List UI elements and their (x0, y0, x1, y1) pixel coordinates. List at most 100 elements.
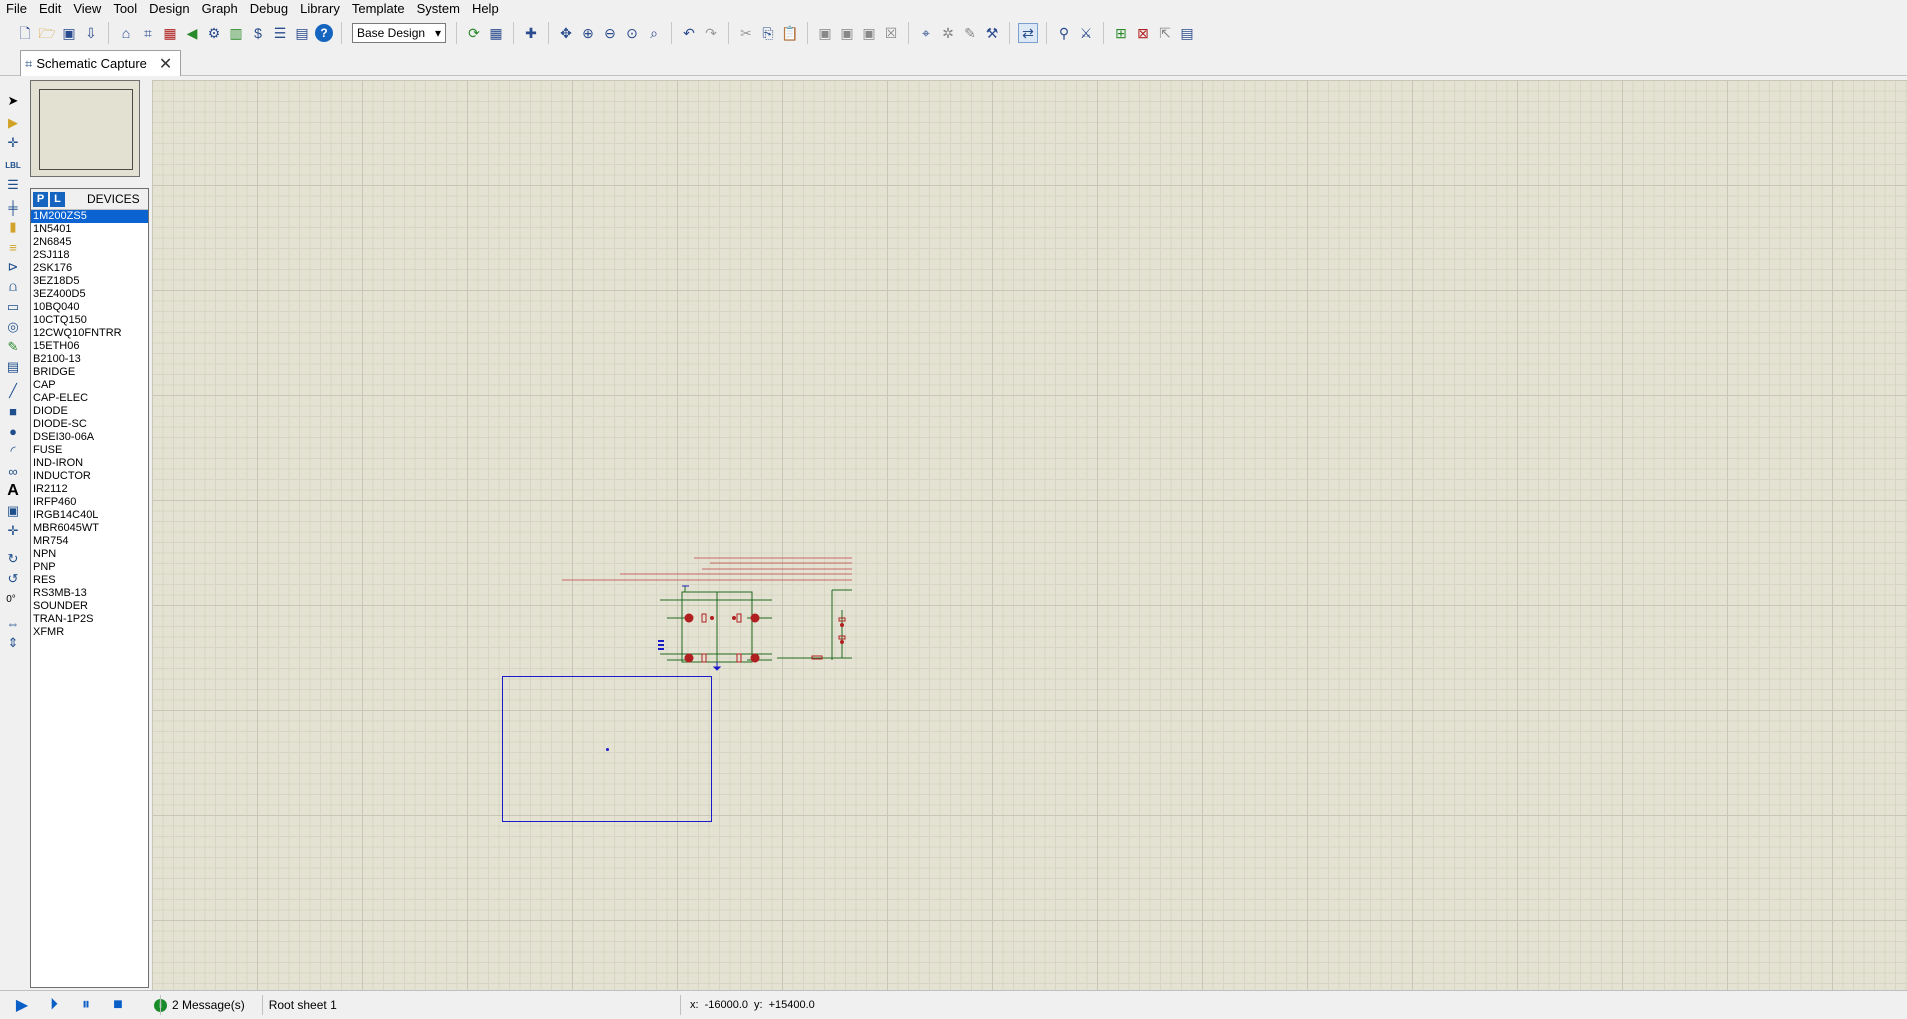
back-icon[interactable]: ◀ (183, 24, 201, 42)
circle-mode-icon[interactable]: ● (4, 422, 22, 440)
text-script-mode-icon[interactable]: ☰ (4, 176, 22, 194)
schematic-canvas[interactable] (152, 80, 1907, 990)
block-move-icon[interactable]: ▣ (838, 24, 856, 42)
symbol-mode-icon[interactable]: ▣ (4, 502, 22, 520)
menu-file[interactable]: File (0, 0, 33, 18)
virtual-instruments-mode-icon[interactable]: ▤ (4, 358, 22, 376)
device-list-item[interactable]: TRAN-1P2S (31, 613, 148, 626)
notes-icon[interactable]: ☰ (271, 24, 289, 42)
origin-icon[interactable]: ✚ (522, 24, 540, 42)
device-list-item[interactable]: RES (31, 574, 148, 587)
generator-mode-icon[interactable]: ◎ (4, 318, 22, 336)
3d-icon[interactable]: ▥ (227, 24, 245, 42)
pick-device-icon[interactable]: ⌖ (917, 24, 935, 42)
junction-mode-icon[interactable]: ✛ (4, 134, 22, 152)
block-rotate-icon[interactable]: ▣ (860, 24, 878, 42)
cut-icon[interactable]: ✂ (737, 24, 755, 42)
menu-graph[interactable]: Graph (196, 0, 244, 18)
messages-indicator[interactable]: i 2 Message(s) (154, 998, 245, 1012)
menu-view[interactable]: View (67, 0, 107, 18)
device-pins-mode-icon[interactable]: ⊳ (4, 258, 22, 276)
device-list-item[interactable]: 2SJ118 (31, 249, 148, 262)
device-list-item[interactable]: 15ETH06 (31, 340, 148, 353)
home-icon[interactable]: ⌂ (117, 24, 135, 42)
menu-design[interactable]: Design (143, 0, 195, 18)
step-button[interactable]: ⏵ (44, 995, 64, 1015)
grid-icon[interactable]: ▦ (487, 24, 505, 42)
graph-mode-icon[interactable]: ⩍ (4, 278, 22, 296)
zoom-all-icon[interactable]: ⊙ (623, 24, 641, 42)
device-list-item[interactable]: FUSE (31, 444, 148, 457)
pcb-icon[interactable]: ▦ (161, 24, 179, 42)
refresh-icon[interactable]: ⟳ (465, 24, 483, 42)
help-icon[interactable]: ? (315, 24, 333, 42)
undo-icon[interactable]: ↶ (680, 24, 698, 42)
play-button[interactable]: ▶ (12, 995, 32, 1015)
box-mode-icon[interactable]: ■ (4, 402, 22, 420)
buses-mode-icon[interactable]: ╪ (4, 198, 22, 216)
device-list-item[interactable]: IND-IRON (31, 457, 148, 470)
tape-recorder-mode-icon[interactable]: ▭ (4, 298, 22, 316)
menu-edit[interactable]: Edit (33, 0, 67, 18)
device-list-item[interactable]: IRFP460 (31, 496, 148, 509)
line-mode-icon[interactable]: ╱ (4, 382, 22, 400)
tab-schematic-capture[interactable]: ⌗ Schematic Capture ✕ (20, 50, 182, 76)
pan-icon[interactable]: ✥ (557, 24, 575, 42)
stop-button[interactable]: ■ (108, 995, 128, 1015)
menu-library[interactable]: Library (294, 0, 346, 18)
device-list-item[interactable]: SOUNDER (31, 600, 148, 613)
device-list-item[interactable]: NPN (31, 548, 148, 561)
device-list-item[interactable]: 12CWQ10FNTRR (31, 327, 148, 340)
device-list-item[interactable]: 3EZ400D5 (31, 288, 148, 301)
rotate-anticlockwise-icon[interactable]: ↺ (4, 570, 22, 588)
zoom-out-icon[interactable]: ⊖ (601, 24, 619, 42)
decompose-icon[interactable]: ⚒ (983, 24, 1001, 42)
bom-icon[interactable]: $ (249, 24, 267, 42)
voltage-probe-mode-icon[interactable]: ✎ (4, 338, 22, 356)
new-sheet-icon[interactable]: ⊞ (1112, 24, 1130, 42)
property-tool-icon[interactable]: ⚔ (1077, 24, 1095, 42)
redo-icon[interactable]: ↷ (702, 24, 720, 42)
rotation-angle[interactable]: 0° (0, 590, 22, 608)
device-list-item[interactable]: 1N5401 (31, 223, 148, 236)
zoom-in-icon[interactable]: ⊕ (579, 24, 597, 42)
device-list-item[interactable]: 10CTQ150 (31, 314, 148, 327)
mirror-vertical-icon[interactable]: ⇕ (4, 634, 22, 652)
device-list-item[interactable]: BRIDGE (31, 366, 148, 379)
mirror-horizontal-icon[interactable]: ⇔ (4, 614, 22, 632)
exit-to-parent-icon[interactable]: ⇱ (1156, 24, 1174, 42)
close-icon[interactable]: ✕ (159, 54, 172, 74)
package-tool-icon[interactable]: ✎ (961, 24, 979, 42)
library-manager-button[interactable]: L (50, 191, 65, 207)
device-list-item[interactable]: RS3MB-13 (31, 587, 148, 600)
device-list-item[interactable]: PNP (31, 561, 148, 574)
menu-tool[interactable]: Tool (107, 0, 143, 18)
save-icon[interactable]: ▣ (60, 24, 78, 42)
pause-button[interactable]: ⏸ (76, 995, 96, 1015)
make-device-icon[interactable]: ✲ (939, 24, 957, 42)
menu-system[interactable]: System (411, 0, 466, 18)
device-list-item[interactable]: 2SK176 (31, 262, 148, 275)
schematic-icon[interactable]: ⌗ (139, 24, 157, 42)
copy-icon[interactable]: ⎘ (759, 24, 777, 42)
subcircuit-mode-icon[interactable]: ▮ (4, 218, 22, 236)
new-file-icon[interactable]: 🗋 (16, 24, 34, 42)
device-list-item[interactable]: MR754 (31, 535, 148, 548)
block-delete-icon[interactable]: ☒ (882, 24, 900, 42)
device-list-item[interactable]: DSEI30-06A (31, 431, 148, 444)
search-icon[interactable]: ⚲ (1055, 24, 1073, 42)
arc-mode-icon[interactable]: ◜ (4, 442, 22, 460)
device-list-item[interactable]: MBR6045WT (31, 522, 148, 535)
device-list-item[interactable]: CAP (31, 379, 148, 392)
device-list-item[interactable]: IRGB14C40L (31, 509, 148, 522)
pick-devices-button[interactable]: P (33, 191, 48, 207)
device-list-item[interactable]: IR2112 (31, 483, 148, 496)
device-list-item[interactable]: CAP-ELEC (31, 392, 148, 405)
menu-debug[interactable]: Debug (244, 0, 294, 18)
device-list-item[interactable]: DIODE (31, 405, 148, 418)
text-mode-icon[interactable]: A (4, 482, 22, 500)
netlist-icon[interactable]: ▤ (1178, 24, 1196, 42)
device-list-item[interactable]: DIODE-SC (31, 418, 148, 431)
open-folder-icon[interactable]: 🗁 (38, 24, 56, 42)
rotate-clockwise-icon[interactable]: ↻ (4, 550, 22, 568)
